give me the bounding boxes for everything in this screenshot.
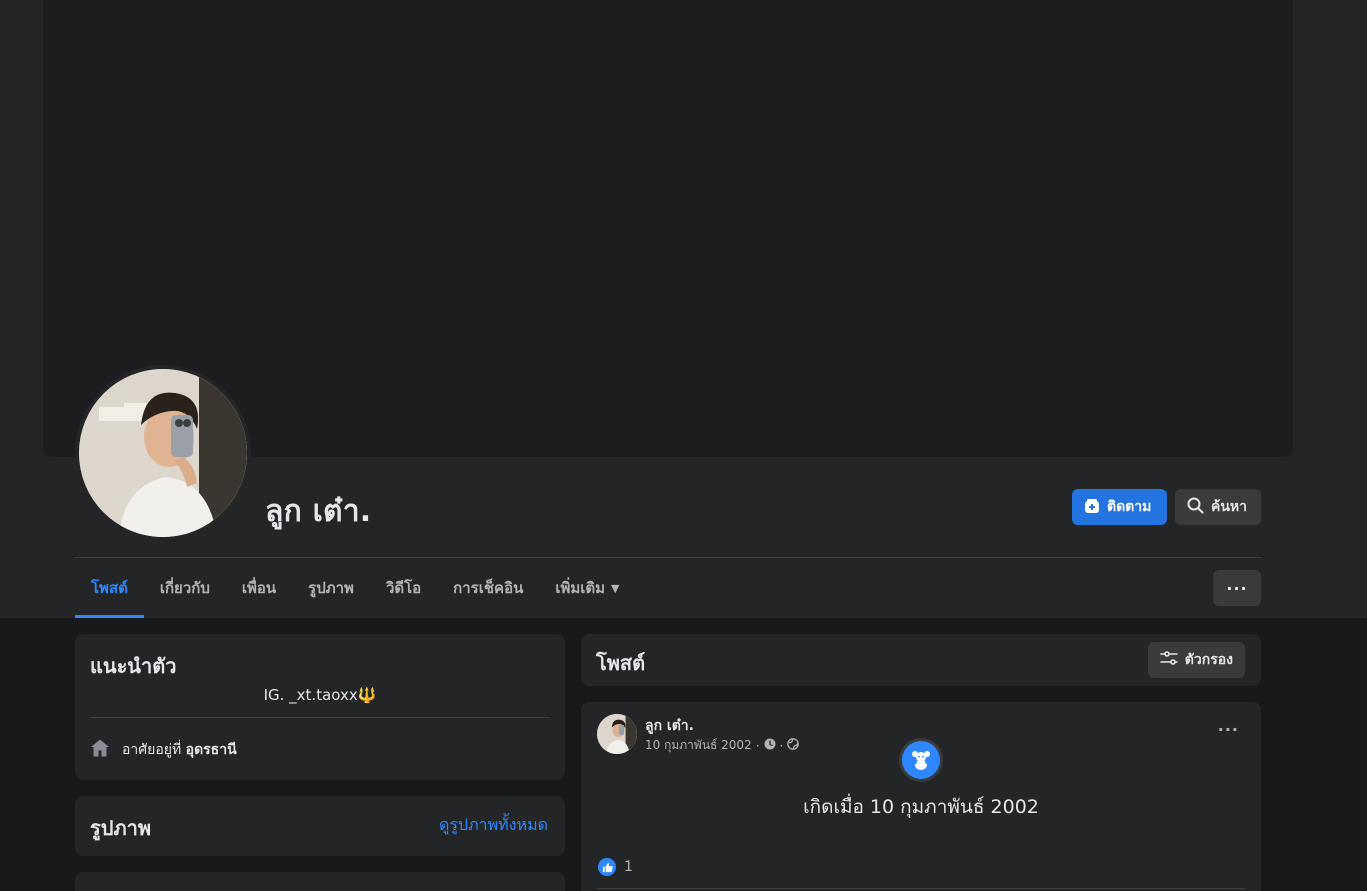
post-divider	[597, 888, 1245, 889]
life-event-post: ลูก เต๋า. 10 กุมภาพันธ์ 2002 · · ··· เกิ…	[581, 702, 1261, 891]
trident-emoji: 🔱	[357, 686, 377, 704]
thumbs-up-icon	[598, 858, 616, 876]
avatar-image	[79, 369, 247, 537]
life-event-text: เกิดเมื่อ 10 กุมภาพันธ์ 2002	[803, 796, 1039, 818]
add-friend-icon	[1084, 498, 1100, 517]
chevron-down-icon: ▼	[611, 581, 620, 595]
tab-checkins[interactable]: การเช็คอิน	[437, 558, 539, 618]
avatar-image	[597, 714, 637, 754]
filter-label: ตัวกรอง	[1184, 652, 1233, 668]
post-author-avatar[interactable]	[597, 714, 637, 754]
tab-posts[interactable]: โพสต์	[75, 558, 144, 618]
posts-title: โพสต์	[596, 651, 646, 675]
search-button[interactable]: ค้นหา	[1175, 489, 1261, 525]
like-count: 1	[624, 859, 633, 875]
tab-about[interactable]: เกี่ยวกับ	[144, 558, 226, 618]
meta-separator: ·	[755, 738, 760, 753]
follow-button[interactable]: ติดตาม	[1072, 489, 1167, 525]
tab-label: วิดีโอ	[385, 579, 422, 597]
post-date[interactable]: 10 กุมภาพันธ์ 2002	[645, 736, 752, 755]
post-options-button[interactable]: ···	[1218, 720, 1239, 739]
tab-more[interactable]: เพิ่มเติม ▼	[539, 558, 635, 618]
lives-in-value[interactable]: อุดรธานี	[186, 742, 237, 758]
bio-text: IG. _xt.taoxx	[263, 686, 358, 704]
intro-card: แนะนำตัว IG. _xt.taoxx🔱 อาศัยอยู่ที่ อุด…	[75, 634, 565, 780]
tab-label: รูปภาพ	[308, 579, 354, 597]
cover-photo[interactable]	[43, 0, 1293, 457]
profile-header: ลูก เต๋า. ติดตาม ค้นหา โพสต์ เกี่ยวกับ เ…	[0, 0, 1367, 618]
home-icon	[90, 738, 110, 762]
see-all-photos-link[interactable]: ดูรูปภาพทั้งหมด	[439, 813, 548, 838]
search-label: ค้นหา	[1211, 498, 1248, 514]
tab-label: เพื่อน	[241, 579, 277, 597]
tab-friends[interactable]: เพื่อน	[226, 558, 292, 618]
profile-name: ลูก เต๋า.	[265, 494, 372, 529]
tab-photos[interactable]: รูปภาพ	[292, 558, 370, 618]
reaction-summary[interactable]: 1	[598, 858, 633, 876]
filter-button[interactable]: ตัวกรอง	[1147, 642, 1245, 678]
lives-in-label: อาศัยอยู่ที่	[122, 742, 182, 758]
tab-videos[interactable]: วิดีโอ	[370, 558, 437, 618]
life-event-badge	[899, 738, 943, 782]
photos-card: รูปภาพ ดูรูปภาพทั้งหมด	[75, 796, 565, 856]
intro-divider	[90, 717, 549, 718]
more-options-button[interactable]: ···	[1213, 570, 1261, 606]
profile-picture[interactable]	[75, 365, 251, 541]
search-icon	[1187, 497, 1204, 517]
posts-header-card: โพสต์ ตัวกรอง	[581, 634, 1261, 686]
profile-tabs: โพสต์ เกี่ยวกับ เพื่อน รูปภาพ วิดีโอ การ…	[75, 558, 635, 618]
lives-in-row: อาศัยอยู่ที่ อุดรธานี	[90, 738, 237, 762]
post-author-name[interactable]: ลูก เต๋า.	[645, 715, 694, 737]
tab-label: การเช็คอิน	[453, 579, 524, 597]
tab-label: เกี่ยวกับ	[159, 579, 210, 597]
filter-sliders-icon	[1159, 650, 1178, 670]
follow-label: ติดตาม	[1107, 498, 1152, 514]
intro-bio: IG. _xt.taoxx🔱	[75, 686, 565, 704]
avatar[interactable]	[79, 369, 247, 537]
intro-title: แนะนำตัว	[90, 654, 177, 678]
photos-title: รูปภาพ	[90, 816, 152, 840]
teddy-bear-icon	[902, 741, 940, 779]
tab-label: โพสต์	[91, 579, 128, 597]
clock-icon	[764, 738, 776, 753]
friends-card	[75, 872, 565, 891]
globe-icon	[787, 738, 800, 753]
post-meta: 10 กุมภาพันธ์ 2002 · ·	[645, 736, 800, 755]
meta-separator: ·	[779, 738, 784, 753]
tab-label: เพิ่มเติม	[555, 579, 606, 597]
